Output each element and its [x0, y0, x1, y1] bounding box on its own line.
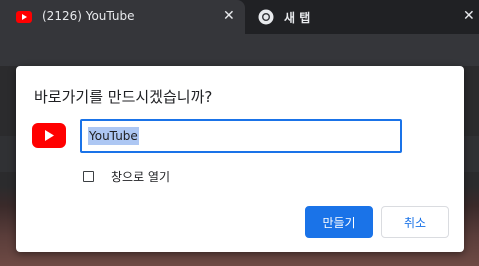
tab-title: (2126) YouTube	[42, 9, 135, 23]
shortcut-name-selected-text: YouTube	[88, 127, 139, 145]
tab-title: 새 탭	[284, 11, 311, 25]
dialog-title: 바로가기를 만드시겠습니까?	[34, 88, 213, 106]
youtube-icon	[16, 11, 32, 23]
browser-toolbar	[0, 34, 479, 66]
create-button[interactable]: 만들기	[305, 206, 373, 238]
tab-strip: (2126) YouTube ✕ 새 탭 ✕	[0, 0, 479, 34]
tab-new-tab[interactable]: 새 탭 ✕	[245, 0, 479, 34]
youtube-icon	[32, 123, 66, 148]
close-tab-icon[interactable]: ✕	[463, 8, 475, 24]
close-tab-icon[interactable]: ✕	[223, 8, 235, 24]
tab-youtube[interactable]: (2126) YouTube ✕	[0, 0, 245, 34]
open-as-window-checkbox[interactable]	[83, 171, 94, 182]
chrome-icon	[258, 9, 274, 25]
cancel-button[interactable]: 취소	[381, 206, 449, 238]
open-as-window-label: 창으로 열기	[111, 170, 171, 184]
create-shortcut-dialog: 바로가기를 만드시겠습니까? YouTube 창으로 열기 만들기 취소	[16, 66, 464, 252]
